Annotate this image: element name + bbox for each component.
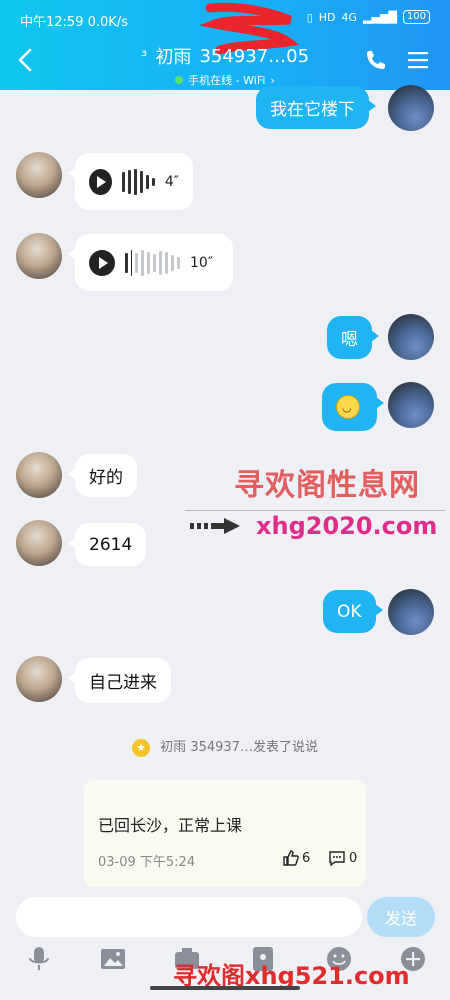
waveform-icon [121,168,155,196]
phone-call-icon[interactable] [364,48,388,72]
moment-date: 03-09 下午5:24 [98,855,196,870]
vibrate-icon: ▯ [306,10,313,24]
network-text: 4G [341,10,358,24]
chat-header: 中午12:59 0.0K/s ▯ HD 4G ▂▄▆█ 100 ᶟ 初雨 354… [0,0,450,90]
menu-icon[interactable] [406,48,430,72]
status-icons: ▯ HD 4G ▂▄▆█ 100 [307,10,430,24]
voice-message[interactable]: 4″ [68,153,193,210]
image-icon[interactable] [98,944,128,974]
contact-id: 354937…05 [199,45,310,67]
status-time: 中午12:59 0.0K/s [20,11,128,30]
contact-avatar[interactable] [16,152,62,198]
microphone-icon[interactable] [24,944,54,974]
moment-text: 已回长沙，正常上课 [98,816,243,835]
thumb-up-icon [283,850,299,866]
message-text: 2614 [89,534,133,555]
message-text: 自己进来 [89,673,157,693]
my-avatar[interactable] [388,382,434,428]
message-text: OK [337,601,362,622]
contact-avatar[interactable] [16,520,62,566]
send-button[interactable]: 发送 [367,897,435,937]
hd-text: HD [318,10,336,24]
signal-icon: ▂▄▆█ [363,10,397,24]
chat-title: ᶟ 初雨 354937…05 [141,43,309,69]
moment-card[interactable]: 已回长沙，正常上课 03-09 下午5:24 6 0 [84,780,366,887]
moment-star-icon: ★ [132,738,151,757]
like-count: 6 [302,850,311,866]
watermark-text: 寻欢阁性息网 [234,468,420,503]
voice-duration: 4″ [164,173,179,190]
presence-status: 手机在线 - WiFi › [175,72,275,88]
home-indicator [150,986,300,990]
status-speed-text: 0.0K/s [87,15,128,30]
comment-count: 0 [349,850,358,866]
my-avatar[interactable] [388,589,434,635]
message-bubble[interactable]: 嗯 [327,316,379,359]
notice-name: 初雨 [160,740,187,755]
voice-duration: 10″ [190,254,214,271]
message-bubble[interactable]: 2614 [67,523,147,566]
play-icon[interactable] [89,249,115,276]
message-bubble[interactable]: 好的 [68,454,137,497]
comment-button[interactable]: 0 [328,849,357,867]
notice-action: 354937…发表了说说 [190,740,318,755]
message-bubble[interactable]: 自己进来 [68,658,171,703]
my-avatar[interactable] [388,85,434,131]
chevron-right-icon: › [270,73,275,87]
contact-name: 初雨 [155,47,192,68]
presence-text: 手机在线 - WiFi [188,74,266,87]
arrow-right-icon [190,518,240,534]
status-time-text: 中午12:59 [20,15,84,30]
contact-avatar[interactable] [16,233,62,279]
message-bubble[interactable]: 我在它楼下 [256,86,376,129]
comment-icon [329,851,345,867]
like-button[interactable]: 6 [282,849,310,867]
message-bubble[interactable]: OK [323,590,383,633]
message-input[interactable] [16,897,362,937]
smile-emoji-icon [336,395,360,419]
contact-avatar[interactable] [16,452,62,498]
watermark-url: xhg2020.com [256,512,438,540]
my-avatar[interactable] [388,314,434,360]
online-dot-icon [175,76,184,84]
message-text: 嗯 [341,330,358,350]
moment-notice[interactable]: ★ 初雨 354937…发表了说说 [0,736,450,757]
voice-message[interactable]: 10″ [68,234,233,291]
message-text: 我在它楼下 [270,100,355,120]
battery-icon: 100 [402,10,430,24]
watermark-divider [185,510,445,511]
play-icon[interactable] [89,168,112,195]
waveform-icon [125,249,180,277]
contact-avatar[interactable] [16,656,62,702]
emoji-message[interactable] [322,383,384,431]
message-text: 好的 [89,468,123,488]
ear-icon: ᶟ [140,45,148,67]
